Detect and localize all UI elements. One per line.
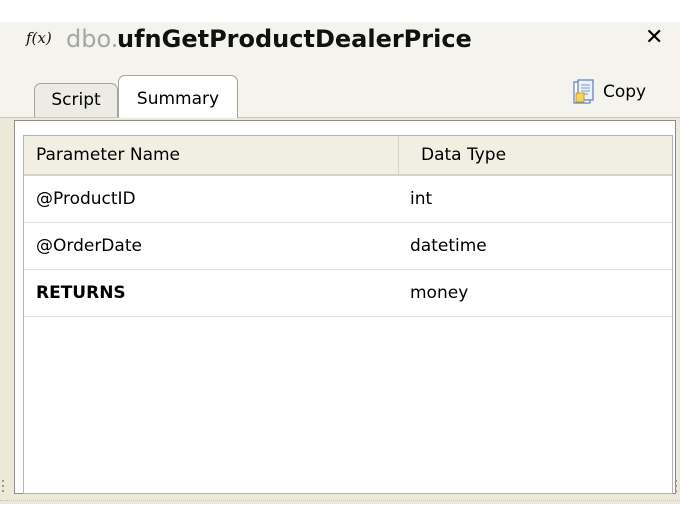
data-type-cell: int	[410, 189, 433, 209]
copy-document-icon	[573, 79, 595, 105]
returns-label-cell: RETURNS	[36, 283, 126, 303]
tab-summary-label: Summary	[136, 89, 220, 109]
data-type-cell: datetime	[410, 236, 487, 256]
tab-script-label: Script	[51, 90, 101, 110]
function-name: ufnGetProductDealerPrice	[117, 25, 472, 53]
table-row[interactable]: @OrderDate datetime	[24, 223, 672, 270]
copy-label: Copy	[603, 82, 647, 102]
tab-summary[interactable]: Summary	[118, 75, 238, 118]
resize-grip-bottom[interactable]	[0, 500, 680, 505]
resize-grip-right[interactable]	[673, 480, 677, 492]
table-row[interactable]: @ProductID int	[24, 176, 672, 223]
resize-grip-left[interactable]	[2, 480, 6, 492]
table-row[interactable]: RETURNS money	[24, 270, 672, 317]
tab-script[interactable]: Script	[34, 83, 118, 117]
column-header-parameter-name[interactable]: Parameter Name	[24, 136, 399, 174]
function-icon: f(x)	[26, 29, 52, 47]
parameters-table: Parameter Name Data Type @ProductID int …	[23, 135, 673, 494]
close-icon[interactable]: ✕	[645, 27, 663, 49]
column-header-data-type[interactable]: Data Type	[399, 136, 672, 174]
summary-content: Parameter Name Data Type @ProductID int …	[14, 120, 676, 494]
parameter-name-cell: @ProductID	[36, 189, 136, 209]
data-type-cell: money	[410, 283, 469, 303]
copy-button[interactable]: Copy	[573, 78, 646, 106]
parameter-name-cell: @OrderDate	[36, 236, 142, 256]
schema-prefix: dbo.	[66, 25, 119, 53]
function-summary-panel: f(x) dbo. ufnGetProductDealerPrice ✕ Scr…	[0, 0, 680, 504]
table-header: Parameter Name Data Type	[24, 136, 672, 176]
top-strip	[0, 0, 680, 22]
